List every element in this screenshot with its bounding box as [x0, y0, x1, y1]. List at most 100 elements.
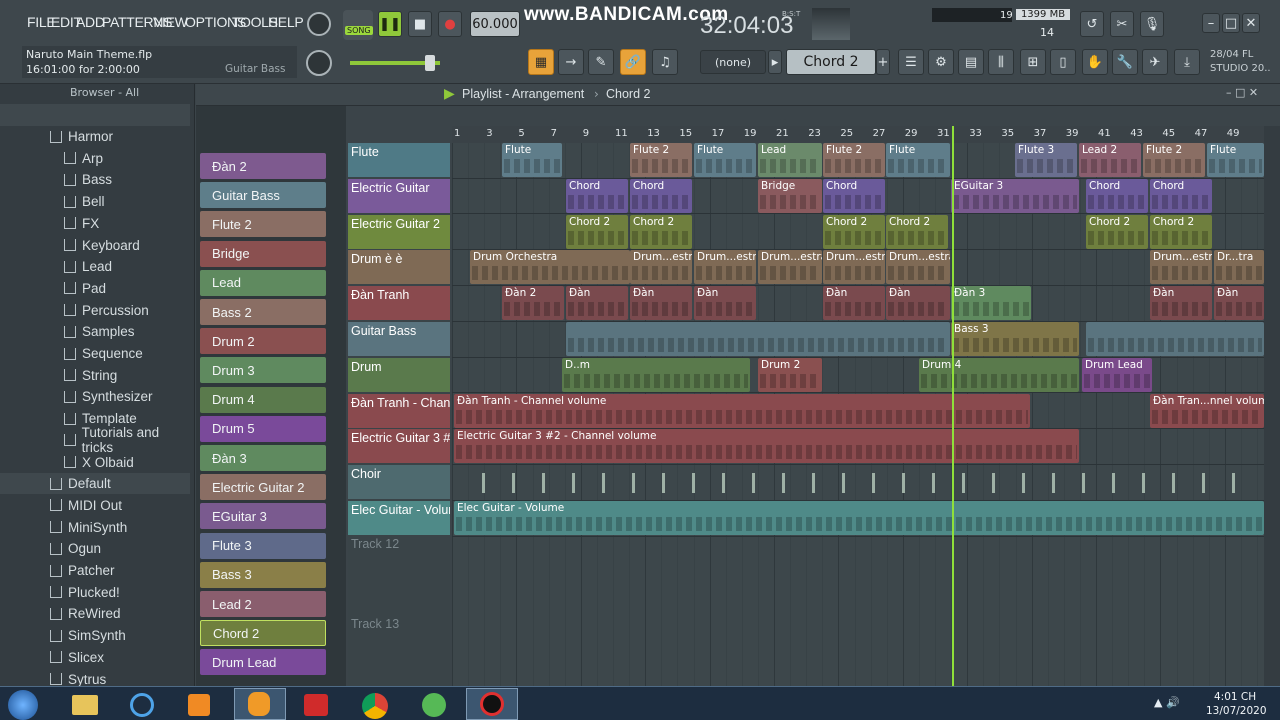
track-header[interactable]: Choir	[348, 465, 450, 500]
pattern-clip[interactable]: Bridge	[758, 178, 822, 213]
browser-item[interactable]: Harmor	[0, 126, 190, 147]
audio-marker[interactable]	[1112, 473, 1115, 494]
vertical-scrollbar[interactable]	[1264, 126, 1280, 686]
channel-item[interactable]: Guitar Bass	[200, 182, 326, 209]
pattern-clip[interactable]: Bass 3	[951, 322, 1079, 356]
channel-item[interactable]: Drum 2	[200, 328, 326, 355]
channel-item[interactable]: Lead 2	[200, 591, 326, 617]
browser-item[interactable]: FX	[0, 213, 190, 234]
plugin-picker-button[interactable]: ⊞	[1020, 49, 1046, 75]
audio-marker[interactable]	[1232, 473, 1235, 494]
cut-button[interactable]: ✂	[1110, 11, 1134, 37]
playlist-grid[interactable]: Flute Flute 2 Flute Lead Flute 2 Flute Flute 3…	[452, 143, 1264, 686]
track-header[interactable]: Đàn Tranh - Chann..	[348, 393, 450, 428]
pattern-clip[interactable]: Drum 4	[919, 357, 1079, 392]
channel-item[interactable]: Bass 3	[200, 561, 326, 588]
audio-marker[interactable]	[932, 473, 935, 494]
pattern-clip[interactable]: Flute 2	[823, 143, 885, 177]
pattern-clip[interactable]: Dr...tra	[1214, 250, 1264, 285]
pattern-clip[interactable]: Lead 2	[1079, 143, 1141, 177]
browser-item[interactable]: ReWired	[0, 603, 190, 624]
browser-item[interactable]: Synthesizer	[0, 386, 190, 407]
audio-marker[interactable]	[752, 473, 755, 494]
track-header[interactable]: Track 13	[348, 615, 450, 687]
app-taskbar-icon[interactable]	[304, 694, 328, 716]
audio-marker[interactable]	[602, 473, 605, 494]
channel-item[interactable]: EGuitar 3	[200, 503, 326, 530]
pattern-clip[interactable]: Flute	[886, 143, 950, 177]
browser-item[interactable]: Arp	[0, 148, 190, 169]
song-mode-toggle[interactable]: SONG	[343, 10, 373, 40]
track-header[interactable]: Elec Guitar - Volume	[348, 501, 450, 535]
pattern-clip[interactable]: Chord	[1086, 178, 1148, 213]
pattern-clip[interactable]: Đàn	[630, 286, 692, 321]
pattern-clip[interactable]: Drum...estra	[694, 250, 756, 285]
browser-item[interactable]: MiniSynth	[0, 517, 190, 538]
maximize-button[interactable]: □	[1222, 13, 1240, 33]
pattern-clip[interactable]: Đàn	[1150, 286, 1212, 321]
pattern-clip[interactable]: Flute	[502, 143, 562, 177]
channel-item[interactable]: Flute 2	[200, 211, 326, 238]
chrome-taskbar-icon[interactable]	[362, 693, 388, 719]
browser-item[interactable]: X Olbaid	[0, 452, 190, 473]
audio-marker[interactable]	[512, 473, 515, 494]
browser-item[interactable]: Slicex	[0, 647, 190, 668]
undo-button[interactable]: ↺	[1080, 11, 1104, 37]
audio-marker[interactable]	[782, 473, 785, 494]
audio-marker[interactable]	[722, 473, 725, 494]
pattern-clip[interactable]: Drum Lead	[1082, 357, 1152, 392]
audio-marker[interactable]	[632, 473, 635, 494]
download-button[interactable]: ⤓	[1174, 49, 1200, 75]
audio-marker[interactable]	[662, 473, 665, 494]
play-button[interactable]: ❚❚	[378, 11, 402, 37]
audio-marker[interactable]	[1052, 473, 1055, 494]
channel-item[interactable]: Drum 4	[200, 386, 326, 413]
pattern-clip[interactable]: Đàn 2	[502, 286, 564, 321]
browser-item[interactable]: Patcher	[0, 560, 190, 581]
pitch-knob[interactable]	[306, 50, 332, 76]
audio-marker[interactable]	[962, 473, 965, 494]
pattern-clip[interactable]: Flute	[1207, 143, 1264, 177]
audio-marker[interactable]	[1142, 473, 1145, 494]
pattern-clip[interactable]	[1086, 322, 1264, 356]
track-header[interactable]: Electric Guitar 2	[348, 214, 450, 249]
channel-item[interactable]: Drum 3	[200, 357, 326, 384]
audio-marker[interactable]	[1022, 473, 1025, 494]
slider-handle[interactable]	[425, 55, 435, 71]
timeline-ruler[interactable]: 1 3 5 7 9 11 13 15 17 19 21 23 25 27 29 31 33 35 37 39 41 43 4…	[452, 126, 1264, 143]
channel-item[interactable]: Đàn 3	[200, 445, 326, 471]
pattern-clip[interactable]: Chord 2	[886, 214, 948, 249]
tempo-display[interactable]: 60.000	[470, 11, 520, 37]
browser-button[interactable]: 🔧	[1112, 49, 1138, 75]
pattern-clip[interactable]: Đàn	[886, 286, 950, 321]
feedback-button[interactable]: ✈	[1142, 49, 1168, 75]
pattern-clip[interactable]: Electric Guitar 3 #2 - Channel volume	[454, 429, 1079, 464]
track-header[interactable]: Flute	[348, 143, 450, 177]
channel-item[interactable]: Bass 2	[200, 299, 326, 325]
browser-item[interactable]: Sequence	[0, 343, 190, 364]
pattern-clip[interactable]: Chord	[823, 178, 885, 213]
pattern-clip[interactable]: Drum...estra	[630, 250, 692, 285]
pattern-clip[interactable]: Chord	[1150, 178, 1212, 213]
browser-item[interactable]: Plucked!	[0, 582, 190, 603]
pattern-clip[interactable]: Elec Guitar - Volume	[454, 501, 1264, 535]
audio-marker[interactable]	[902, 473, 905, 494]
close-button[interactable]: ✕	[1242, 13, 1260, 33]
pattern-clip[interactable]: Đàn	[823, 286, 885, 321]
pattern-clip[interactable]: Drum 2	[758, 357, 822, 392]
track-header[interactable]: Electric Guitar 3 #2..	[348, 429, 450, 464]
track-header[interactable]: Electric Guitar	[348, 178, 450, 213]
record-button[interactable]: ●	[438, 11, 462, 37]
piano-roll-button[interactable]: ▤	[958, 49, 984, 75]
pattern-clip[interactable]: Drum...estra	[758, 250, 822, 285]
playlist-window-buttons[interactable]: – □ ✕	[1226, 86, 1258, 99]
start-button[interactable]	[8, 690, 38, 720]
pattern-clip[interactable]: Drum...estra	[886, 250, 950, 285]
mic-button[interactable]: 🎙	[1140, 11, 1164, 37]
track-header[interactable]: Drum è è	[348, 250, 450, 285]
audio-marker[interactable]	[1202, 473, 1205, 494]
metronome-button[interactable]: ♫	[652, 49, 678, 75]
pattern-clip[interactable]: Đàn Tran...nnel volume	[1150, 393, 1264, 428]
playlist-play-icon[interactable]: ▶	[444, 86, 455, 102]
audio-marker[interactable]	[842, 473, 845, 494]
